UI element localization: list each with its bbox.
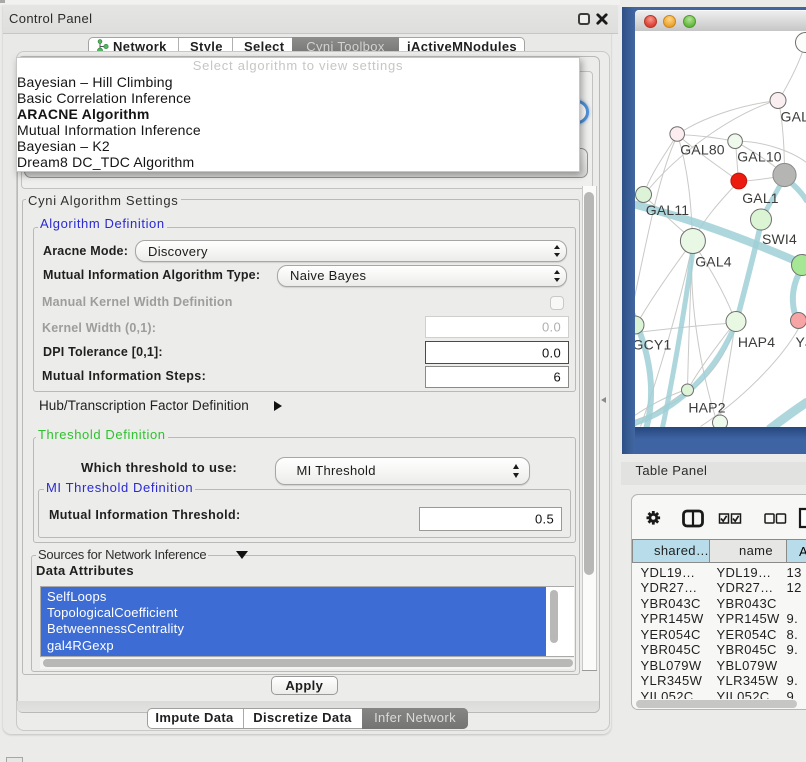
- svg-text:GCY1: GCY1: [635, 336, 671, 352]
- svg-text:GAL10: GAL10: [737, 148, 782, 164]
- svg-text:HAP2: HAP2: [688, 399, 725, 415]
- svg-text:GAL1: GAL1: [742, 190, 779, 206]
- svg-text:GAL7: GAL7: [780, 108, 806, 124]
- svg-text:HAP4: HAP4: [737, 334, 774, 350]
- svg-text:SWI4: SWI4: [761, 231, 796, 247]
- svg-text:GAL4: GAL4: [695, 253, 732, 269]
- svg-text:YJ: YJ: [795, 334, 806, 350]
- svg-text:GAL80: GAL80: [680, 141, 725, 157]
- svg-text:GAL11: GAL11: [645, 202, 689, 218]
